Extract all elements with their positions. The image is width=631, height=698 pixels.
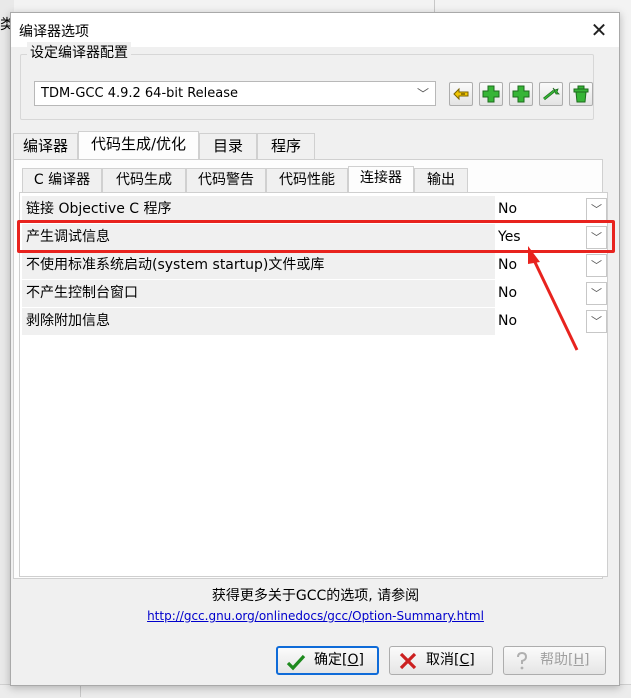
close-x-icon xyxy=(399,652,417,670)
subtab-linker[interactable]: 连接器 xyxy=(348,166,414,192)
cancel-button[interactable]: 取消[C] xyxy=(389,646,493,675)
help-icon xyxy=(517,652,528,670)
tab-codegen-optimization[interactable]: 代码生成/优化 xyxy=(78,131,199,159)
info-text: 获得更多关于GCC的选项, 请参阅 xyxy=(211,588,420,604)
cancel-label: 取消[C] xyxy=(426,652,475,668)
gcc-options-link[interactable]: http://gcc.gnu.org/onlinedocs/gcc/Option… xyxy=(0,609,631,623)
checkmark-icon xyxy=(286,654,306,671)
ok-label: 确定[O] xyxy=(314,652,364,668)
help-button[interactable]: 帮助[H] xyxy=(503,646,606,675)
help-label: 帮助[H] xyxy=(540,652,590,668)
subtab-label: 连接器 xyxy=(360,170,402,186)
ok-button[interactable]: 确定[O] xyxy=(276,646,379,675)
tab-label: 代码生成/优化 xyxy=(90,135,187,153)
